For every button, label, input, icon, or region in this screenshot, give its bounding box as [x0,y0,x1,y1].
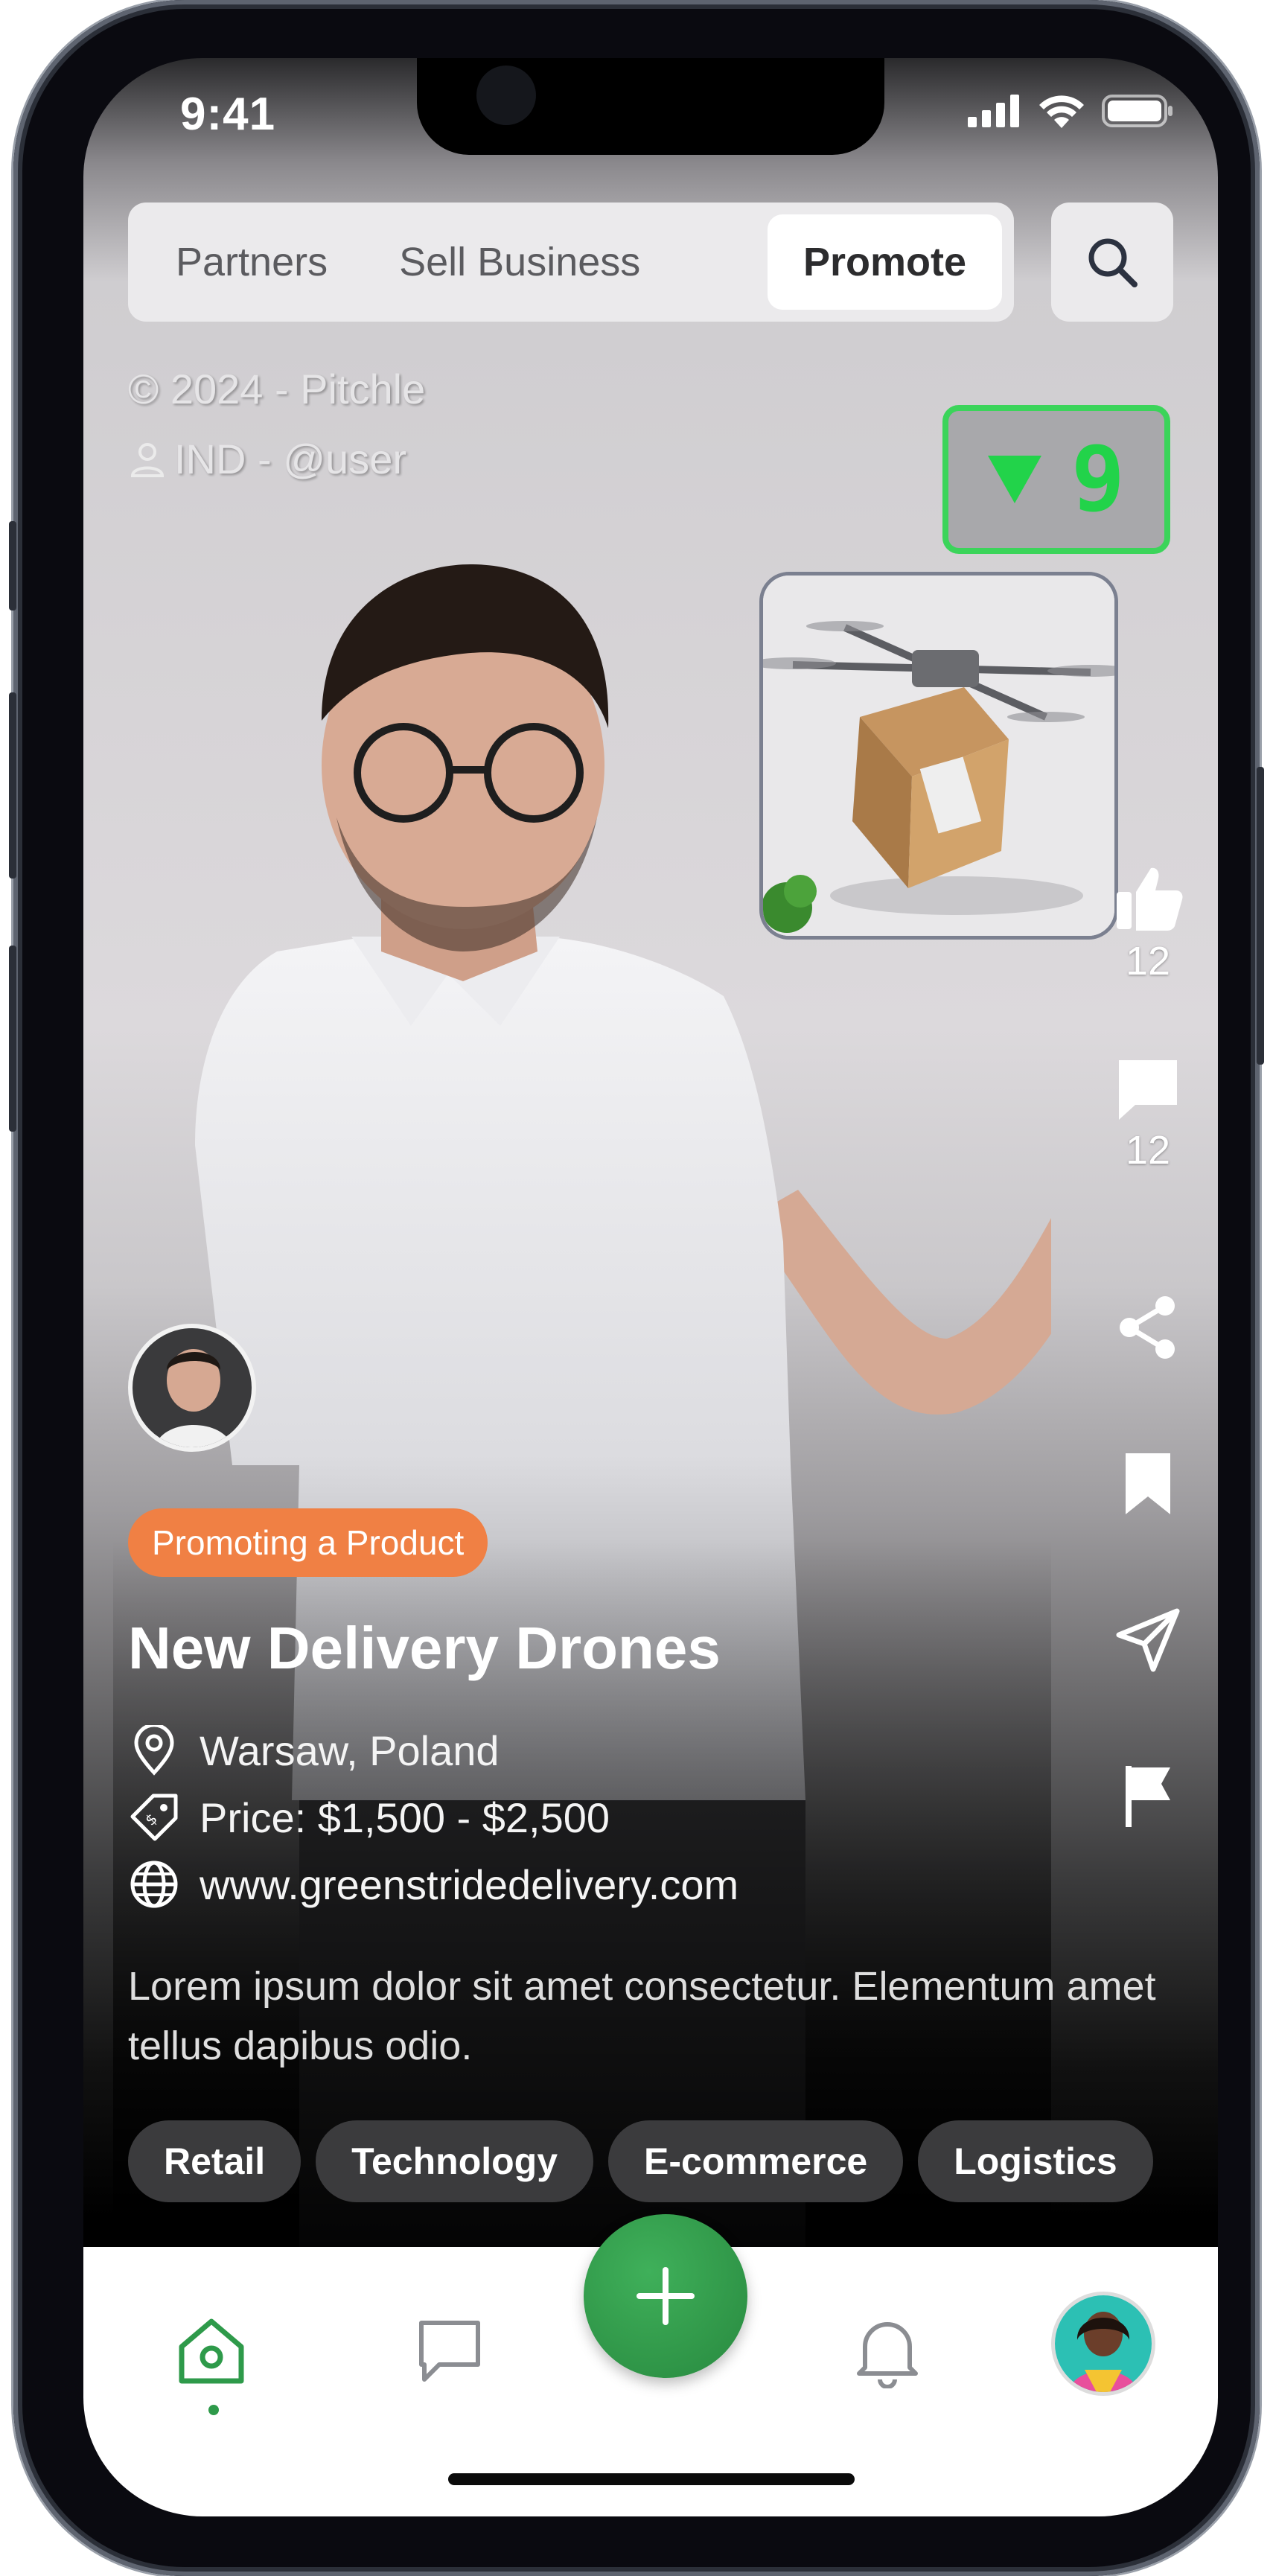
plus-icon [636,2267,695,2325]
ranking-counter-value: 9 [1071,427,1126,532]
comment-action[interactable]: 12 [1096,1056,1200,1173]
location-text: Warsaw, Poland [200,1727,500,1774]
price-tag-icon: $ [130,1794,178,1841]
profile-avatar-image [1055,2295,1152,2392]
notch [417,58,884,155]
bell-icon [857,2322,918,2388]
copyright-watermark: © 2024 - Pitchle [128,366,426,412]
volume-up-button [9,692,16,879]
location-row: Warsaw, Poland [128,1724,500,1776]
post-title: New Delivery Drones [128,1615,721,1681]
nav-profile-avatar[interactable] [1051,2292,1155,2396]
power-button [1257,767,1264,1065]
screen: 9:41 Partners Sell Business Promote © 20… [83,58,1218,2516]
status-icons [968,94,1173,128]
active-indicator-dot [208,2405,219,2415]
search-button[interactable] [1051,203,1173,322]
location-pin-icon [134,1725,174,1776]
like-count: 12 [1125,939,1171,983]
send-icon [1116,1608,1180,1672]
tag-retail[interactable]: Retail [128,2120,302,2202]
tag-technology[interactable]: Technology [316,2120,594,2202]
ranking-counter: 9 [942,405,1170,554]
tag-e-commerce[interactable]: E-commerce [608,2120,904,2202]
nav-messages[interactable] [405,2306,494,2396]
share-icon [1120,1296,1175,1359]
create-post-button[interactable] [584,2214,747,2378]
battery-icon [1102,95,1172,127]
status-time: 9:41 [180,89,276,140]
tag-logistics[interactable]: Logistics [918,2120,1153,2202]
website-row[interactable]: www.greenstridedelivery.com [128,1858,738,1910]
tab-partners[interactable]: Partners [140,214,363,310]
post-type-badge: Promoting a Product [128,1508,488,1577]
nav-notifications[interactable] [843,2306,932,2396]
category-tabs: Partners Sell Business Promote [128,203,1014,322]
user-watermark-text: IND - @user [174,436,406,482]
tab-sell-business[interactable]: Sell Business [363,214,676,310]
front-camera [476,66,536,125]
price-row: $ Price: $1,500 - $2,500 [128,1791,610,1843]
bookmark-icon [1126,1453,1170,1514]
bookmark-action[interactable] [1096,1450,1200,1517]
volume-down-button [9,946,16,1132]
thumbs-up-icon [1117,867,1183,931]
home-indicator[interactable] [448,2473,855,2485]
creator-avatar-image [133,1328,252,1447]
signal-icon [968,95,1019,127]
triangle-down-icon [987,456,1041,503]
user-watermark: IND - @user [128,435,406,483]
price-text: Price: $1,500 - $2,500 [200,1794,610,1841]
product-preview-card[interactable] [759,572,1118,940]
creator-avatar[interactable] [128,1324,256,1452]
report-action[interactable] [1096,1763,1200,1830]
comment-count: 12 [1125,1128,1171,1173]
globe-icon [130,1861,178,1908]
user-icon [130,442,165,477]
chat-icon [419,2321,480,2382]
phone-frame: 9:41 Partners Sell Business Promote © 20… [9,0,1264,2576]
post-description: Lorem ipsum dolor sit amet consectetur. … [128,1964,1156,2068]
home-icon [179,2318,244,2384]
search-icon [1088,238,1138,287]
drone-product-image [763,576,1114,936]
tag-list: Retail Technology E-commerce Logistics [128,2120,1153,2202]
send-action[interactable] [1096,1607,1200,1674]
comment-icon [1119,1060,1177,1120]
tab-promote[interactable]: Promote [767,214,1002,310]
website-link[interactable]: www.greenstridedelivery.com [200,1861,738,1909]
nav-home[interactable] [167,2306,256,2415]
share-action[interactable] [1096,1294,1200,1361]
mute-switch [9,521,16,610]
wifi-icon [1039,95,1084,128]
flag-icon [1126,1766,1170,1827]
like-action[interactable]: 12 [1096,862,1200,984]
